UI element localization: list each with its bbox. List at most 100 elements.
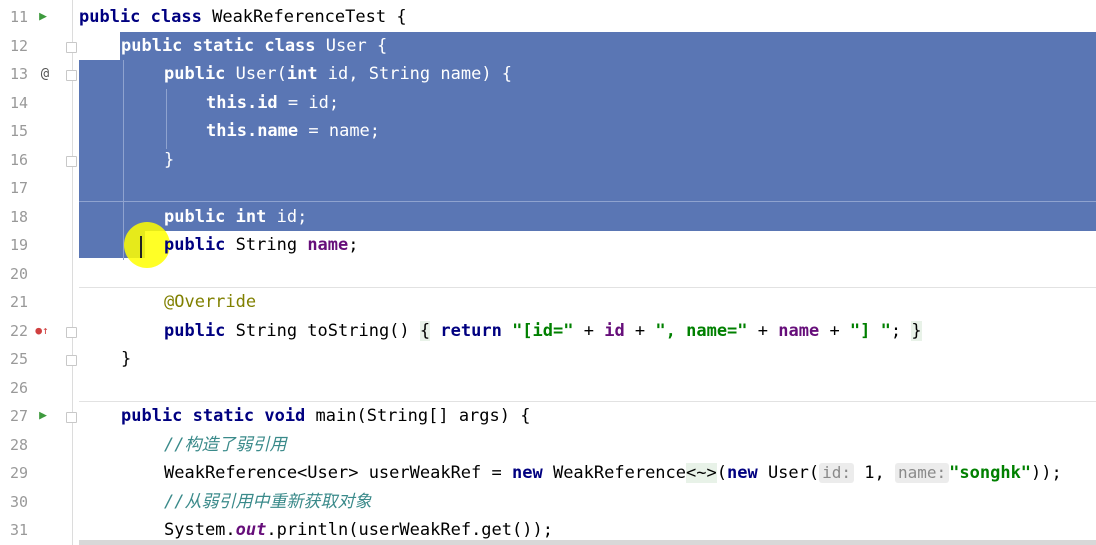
diamond-fold[interactable]: <~> <box>686 463 717 483</box>
fold-marker[interactable] <box>66 355 77 366</box>
code-text: WeakReference<User> userWeakRef = <box>164 463 512 483</box>
string-literal: "songhk" <box>949 463 1032 483</box>
line-number: 15 <box>9 122 28 140</box>
line-number: 21 <box>9 293 28 311</box>
override-icon[interactable]: @ <box>38 60 52 89</box>
string-literal: ", name=" <box>655 321 748 341</box>
override-up-icon[interactable]: ●↑ <box>32 317 52 346</box>
code-text: .println(userWeakRef.get()); <box>266 520 553 540</box>
run-icon[interactable]: ▶ <box>36 3 50 32</box>
keyword: public <box>164 64 226 84</box>
line-number: 30 <box>9 493 28 511</box>
line-number: 19 <box>9 236 28 254</box>
keyword: class <box>264 36 316 56</box>
keyword: public <box>121 36 183 56</box>
code-text: ; <box>348 235 359 255</box>
horizontal-scrollbar[interactable] <box>79 540 1096 545</box>
code-line-15[interactable]: this.name = name; <box>206 117 1096 146</box>
code-text: String toString() <box>225 321 420 341</box>
keyword: return <box>440 321 502 341</box>
code-text: + <box>819 321 850 341</box>
keyword: this <box>206 93 247 113</box>
code-line-28[interactable]: //构造了弱引用 <box>164 431 1096 460</box>
keyword: public <box>164 235 226 255</box>
keyword: public <box>164 207 226 227</box>
param-hint: id: <box>819 463 855 483</box>
code-line-21[interactable]: @Override <box>164 288 1096 317</box>
code-text: ( <box>716 463 727 483</box>
code-line-30[interactable]: //从弱引用中重新获取对象 <box>164 488 1096 517</box>
code-text: = name; <box>298 121 381 141</box>
keyword: public <box>164 321 226 341</box>
fold-marker[interactable] <box>66 412 77 423</box>
code-line-12[interactable]: public static class User { <box>121 32 1096 61</box>
line-number: 18 <box>9 208 28 226</box>
code-line-27[interactable]: public static void main(String[] args) { <box>121 402 1096 431</box>
code-line-11[interactable]: public class WeakReferenceTest { <box>79 3 1096 32</box>
line-number: 25 <box>9 350 28 368</box>
code-line-16[interactable]: } <box>164 146 1096 175</box>
code-text: 1, <box>854 463 895 483</box>
code-line-25[interactable]: } <box>121 345 1096 374</box>
code-line-18[interactable]: public int id; <box>164 203 1096 232</box>
keyword: new <box>512 463 543 483</box>
class-name: WeakReferenceTest { <box>201 7 407 27</box>
code-text: ; <box>890 321 902 341</box>
class-name: User { <box>315 36 388 56</box>
line-number: 28 <box>9 436 28 454</box>
brace: } <box>121 349 132 369</box>
keyword: this <box>206 121 247 141</box>
code-text: User( <box>757 463 820 483</box>
code-text: + <box>573 321 605 341</box>
code-text: main(String[] args) { <box>305 406 531 426</box>
folded-brace[interactable]: } <box>911 321 922 341</box>
folded-brace[interactable]: { <box>419 321 431 341</box>
keyword: int <box>286 64 318 84</box>
method-separator <box>79 201 1096 202</box>
code-text: WeakReference <box>542 463 687 483</box>
code-line-19[interactable]: public String name; <box>164 231 1096 260</box>
field-decl: id; <box>266 207 308 227</box>
field-decl: name <box>307 235 349 255</box>
line-number: 22 <box>9 322 28 340</box>
line-number: 26 <box>9 379 28 397</box>
comment: //从弱引用中重新获取对象 <box>164 492 372 512</box>
annotation: @Override <box>164 292 257 312</box>
param-hint: name: <box>894 463 950 483</box>
code-text: User( <box>225 64 287 84</box>
line-number: 13 <box>9 65 28 83</box>
field-ref: id <box>604 321 625 341</box>
line-number: 31 <box>9 521 28 539</box>
line-number: 16 <box>9 151 28 169</box>
code-text: System. <box>164 520 236 540</box>
keyword: new <box>726 463 758 483</box>
brace: } <box>164 150 175 170</box>
fold-marker[interactable] <box>66 70 77 81</box>
line-number: 14 <box>9 94 28 112</box>
code-line-29[interactable]: WeakReference<User> userWeakRef = new We… <box>164 459 1096 488</box>
field-ref: .id <box>246 93 278 113</box>
line-number: 17 <box>9 179 28 197</box>
code-text: id, String name) { <box>317 64 513 84</box>
code-text: )); <box>1031 463 1062 483</box>
line-number: 11 <box>9 8 28 26</box>
text-caret <box>140 236 142 258</box>
fold-marker[interactable] <box>66 156 77 167</box>
string-literal: "] " <box>849 321 891 341</box>
code-line-13[interactable]: public User(int id, String name) { <box>164 60 1096 89</box>
code-text: + <box>624 321 656 341</box>
string-literal: "[id=" <box>512 321 574 341</box>
static-field: out <box>235 520 267 540</box>
code-text: = id; <box>277 93 340 113</box>
keyword: public <box>79 7 141 27</box>
indent-guide <box>166 89 167 149</box>
keyword: static <box>192 36 255 56</box>
keyword: int <box>235 207 267 227</box>
line-number: 27 <box>9 407 28 425</box>
code-line-14[interactable]: this.id = id; <box>206 89 1096 118</box>
code-line-22[interactable]: public String toString() { return "[id="… <box>164 317 1096 346</box>
fold-marker[interactable] <box>66 42 77 53</box>
run-icon[interactable]: ▶ <box>36 402 50 431</box>
fold-marker[interactable] <box>66 327 77 338</box>
line-number: 20 <box>9 265 28 283</box>
